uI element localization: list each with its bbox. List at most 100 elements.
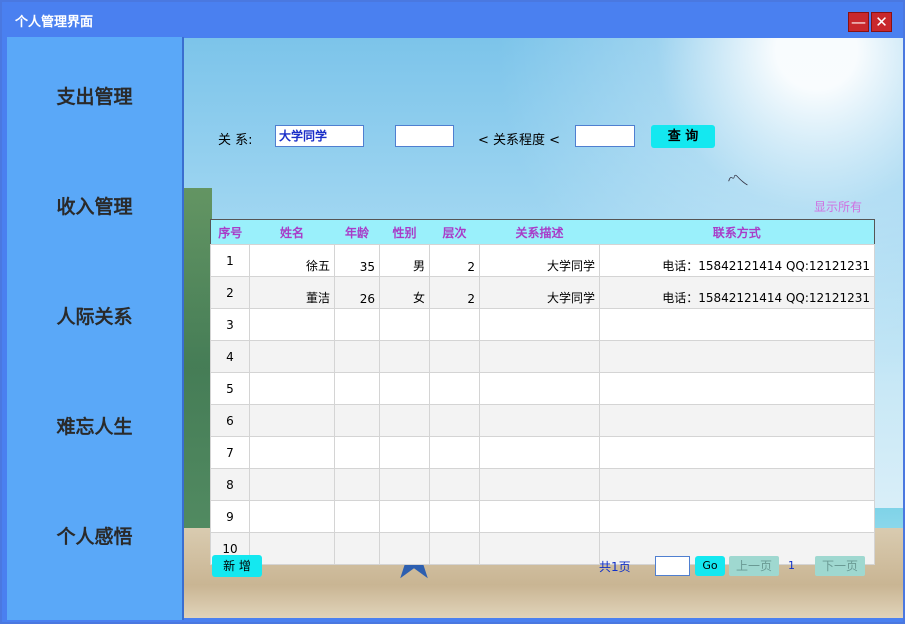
row-index-cell: 2 (210, 276, 250, 309)
row-index-cell: 6 (210, 404, 250, 437)
query-button[interactable]: 查 询 (651, 125, 715, 148)
relation-label: 关 系: (218, 133, 253, 148)
table-cell (334, 436, 380, 469)
total-pages-text: 共1页 (599, 560, 631, 574)
table-cell (479, 308, 600, 341)
table-row[interactable]: 4 (210, 340, 875, 373)
row-index-cell: 5 (210, 372, 250, 405)
window-title: 个人管理界面 (15, 15, 94, 30)
table-cell (599, 436, 875, 469)
title-bar[interactable]: 个人管理界面 — ✕ (2, 2, 903, 37)
table-cell (429, 468, 480, 501)
table-row[interactable]: 9 (210, 500, 875, 533)
table-cell (334, 340, 380, 373)
page-number-input[interactable] (655, 556, 690, 576)
row-index-cell: 4 (210, 340, 250, 373)
table-cell (334, 532, 380, 565)
row-index-cell: 1 (210, 244, 250, 277)
table-cell (249, 436, 335, 469)
table-cell (379, 436, 430, 469)
degree-min-input[interactable] (395, 125, 454, 147)
table-cell (429, 404, 480, 437)
show-all-link[interactable]: 显示所有 (814, 198, 862, 215)
table-header-row: 序号 姓名 年龄 性别 层次 关系描述 联系方式 (210, 219, 875, 245)
table-cell: 徐五 (249, 244, 335, 277)
column-header[interactable]: 关系描述 (479, 219, 600, 245)
table-cell (479, 404, 600, 437)
column-header[interactable]: 年龄 (334, 219, 380, 245)
degree-max-input[interactable] (575, 125, 635, 147)
degree-label: < 关系程度 < (478, 133, 561, 148)
table-cell (429, 436, 480, 469)
main-content: 〽 ★ ★ 关 系: 大学同学 < 关系程度 < 查 询 显示所有 序号 姓名 … (184, 38, 903, 618)
table-cell (379, 372, 430, 405)
table-cell (249, 404, 335, 437)
table-cell (429, 532, 480, 565)
table-cell (599, 404, 875, 437)
column-header[interactable]: 联系方式 (599, 219, 875, 245)
table-cell (334, 404, 380, 437)
table-cell (479, 500, 600, 533)
table-cell (599, 340, 875, 373)
table-cell (379, 340, 430, 373)
table-cell (599, 372, 875, 405)
app-window: 个人管理界面 — ✕ 支出管理 收入管理 人际关系 难忘人生 个人感悟 〽 ★ … (0, 0, 905, 624)
table-cell: 2 (429, 276, 480, 309)
table-row[interactable]: 7 (210, 436, 875, 469)
table-cell (379, 468, 430, 501)
table-cell: 男 (379, 244, 430, 277)
table-cell: 大学同学 (479, 276, 600, 309)
table-row[interactable]: 2 董洁 26 女 2 大学同学 电话：15842121414 QQ:12121231 (210, 276, 875, 309)
current-page-number: 1 (788, 559, 795, 572)
table-row[interactable]: 8 (210, 468, 875, 501)
sidebar-item-memories[interactable]: 难忘人生 (7, 412, 182, 439)
sidebar-item-relations[interactable]: 人际关系 (7, 302, 182, 329)
table-cell (599, 308, 875, 341)
table-cell (599, 500, 875, 533)
table-cell (334, 500, 380, 533)
table-cell: 35 (334, 244, 380, 277)
table-row[interactable]: 1 徐五 35 男 2 大学同学 电话：15842121414 QQ:12121231 (210, 244, 875, 277)
prev-page-button[interactable]: 上一页 (729, 556, 779, 576)
column-header[interactable]: 层次 (429, 219, 480, 245)
table-cell (334, 468, 380, 501)
table-cell (249, 532, 335, 565)
table-cell: 董洁 (249, 276, 335, 309)
next-page-button[interactable]: 下一页 (815, 556, 865, 576)
minimize-button[interactable]: — (848, 12, 869, 32)
bird-icon: 〽 (724, 167, 752, 197)
table-cell: 2 (429, 244, 480, 277)
table-cell (249, 500, 335, 533)
table-cell (249, 468, 335, 501)
table-cell (429, 500, 480, 533)
table-cell (379, 532, 430, 565)
column-header[interactable]: 性别 (379, 219, 430, 245)
go-button[interactable]: Go (695, 556, 725, 576)
add-button[interactable]: 新 增 (212, 555, 262, 577)
table-row[interactable]: 5 (210, 372, 875, 405)
table-cell: 大学同学 (479, 244, 600, 277)
table-cell (249, 372, 335, 405)
table-cell (429, 308, 480, 341)
sidebar-item-income[interactable]: 收入管理 (7, 192, 182, 219)
column-header[interactable]: 姓名 (249, 219, 335, 245)
sidebar: 支出管理 收入管理 人际关系 难忘人生 个人感悟 (7, 37, 184, 620)
sidebar-item-reflections[interactable]: 个人感悟 (7, 522, 182, 549)
table-cell (249, 308, 335, 341)
row-index-cell: 8 (210, 468, 250, 501)
close-button[interactable]: ✕ (871, 12, 892, 32)
table-cell (334, 308, 380, 341)
column-header[interactable]: 序号 (210, 219, 250, 245)
row-index-cell: 7 (210, 436, 250, 469)
table-row[interactable]: 3 (210, 308, 875, 341)
sidebar-item-expense[interactable]: 支出管理 (7, 82, 182, 109)
table-cell: 电话：15842121414 QQ:12121231 (599, 244, 875, 277)
table-cell (479, 340, 600, 373)
row-index-cell: 9 (210, 500, 250, 533)
table-cell (334, 372, 380, 405)
table-cell: 电话：15842121414 QQ:12121231 (599, 276, 875, 309)
table-row[interactable]: 6 (210, 404, 875, 437)
table-cell: 女 (379, 276, 430, 309)
relation-input[interactable]: 大学同学 (275, 125, 364, 147)
table-cell (479, 468, 600, 501)
